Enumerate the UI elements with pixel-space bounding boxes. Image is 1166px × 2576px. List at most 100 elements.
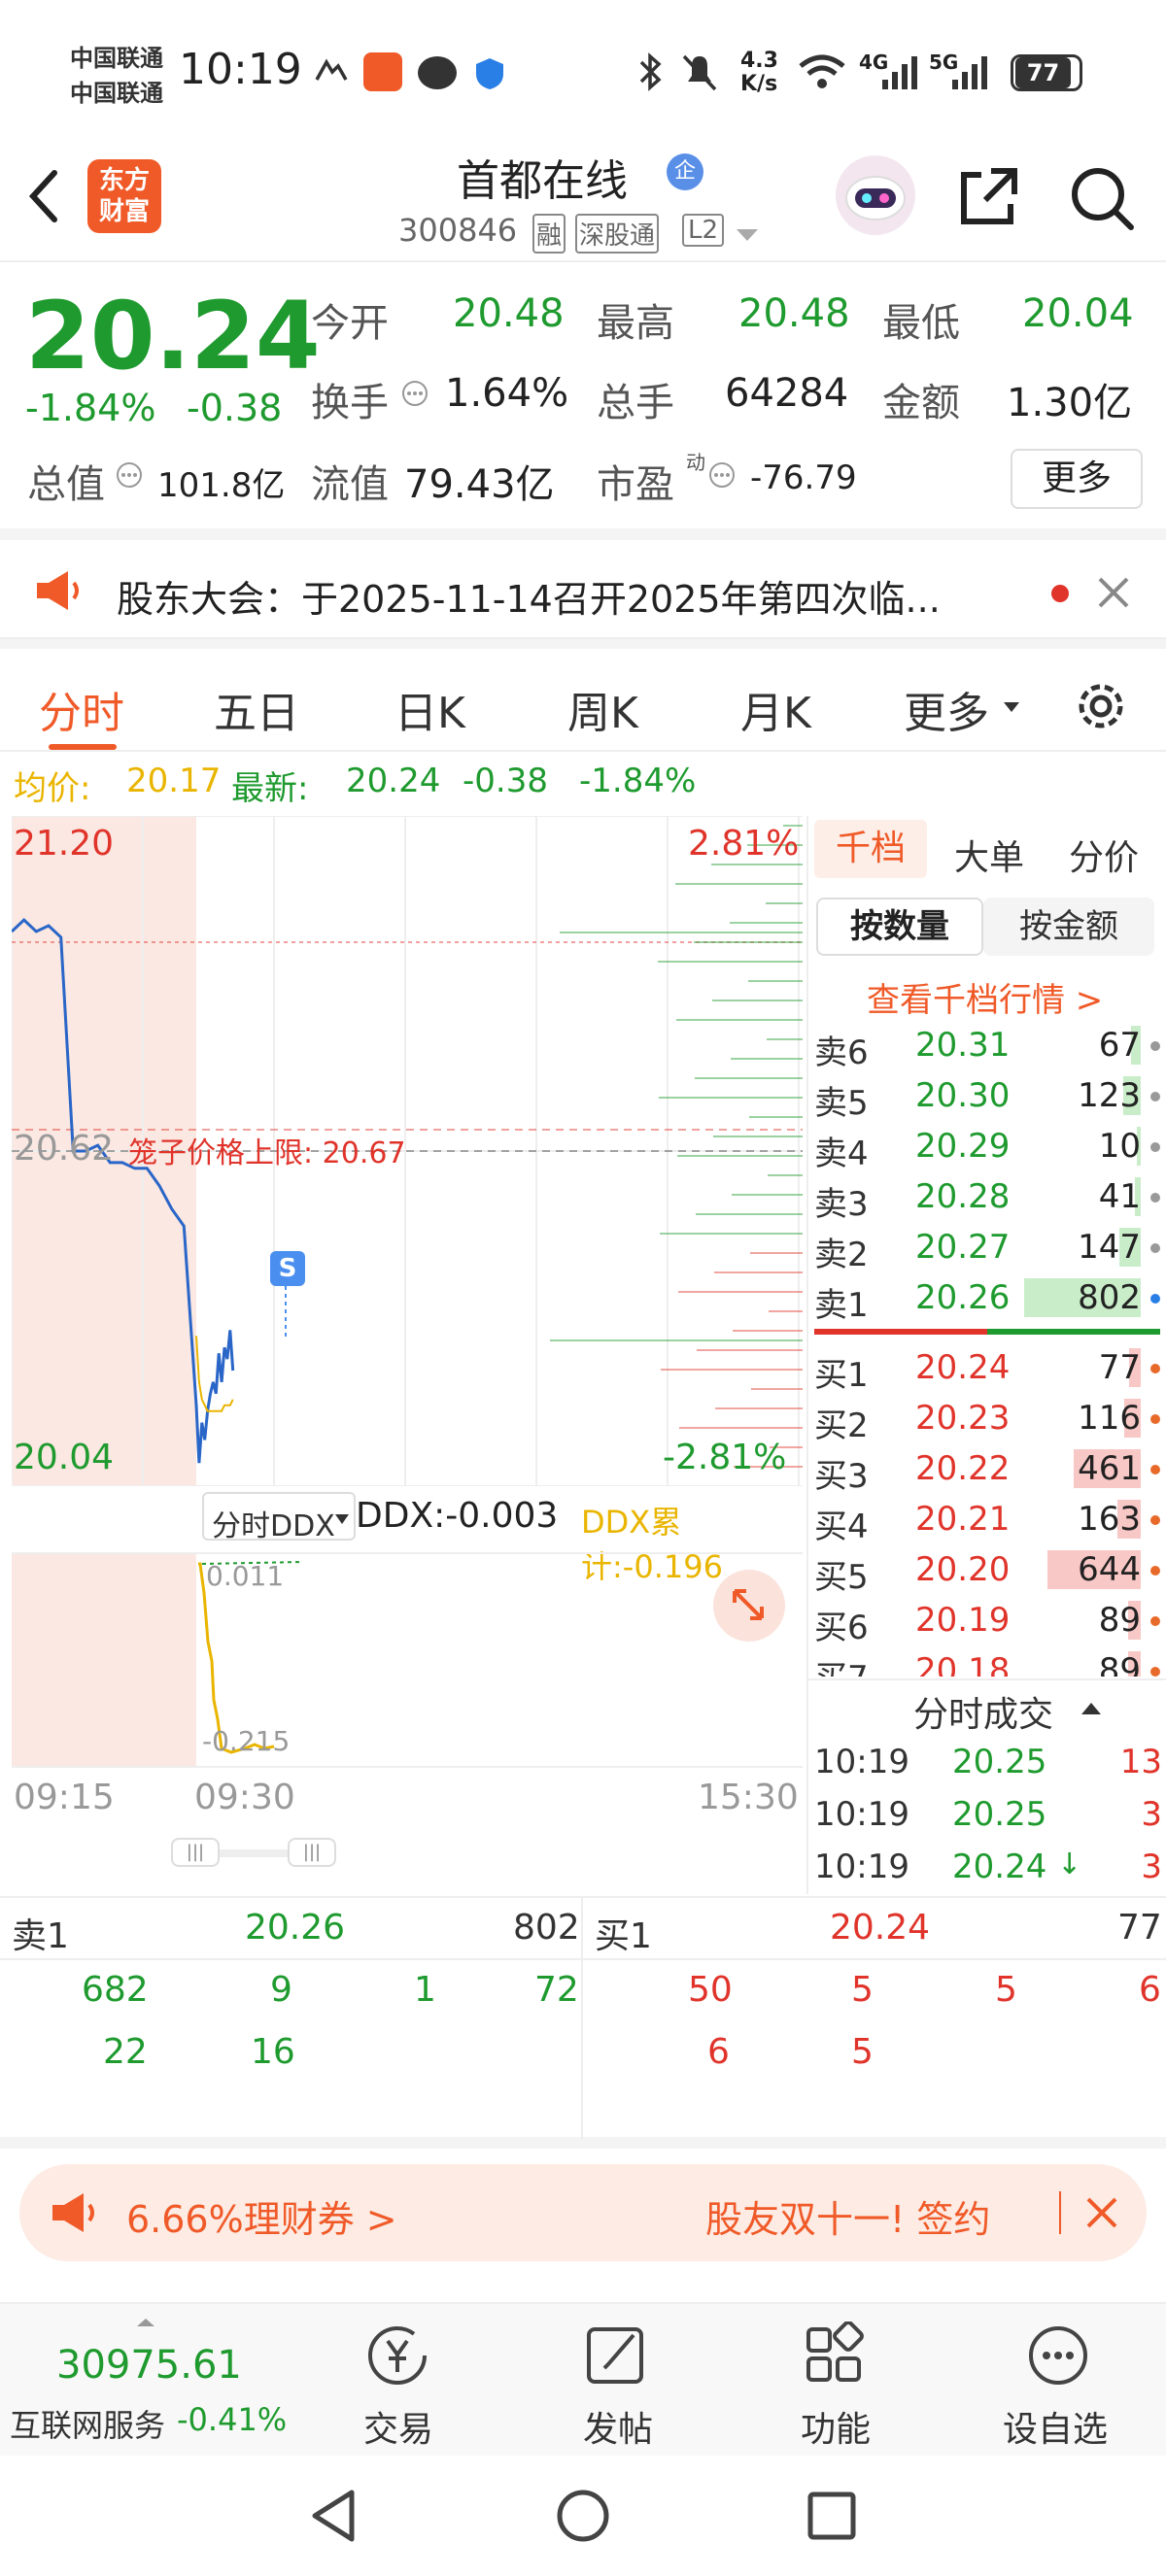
trade-time: 10:19 [814,1795,909,1834]
system-nav-bar [0,2457,1166,2576]
high-value: 20.48 [738,291,850,336]
market-cap-value: 101.8亿 [157,466,286,505]
level-price: 20.21 [915,1500,1011,1539]
nav-post[interactable]: 发帖 [560,2318,676,2454]
promo-separator [1059,2191,1061,2234]
index-value[interactable]: 30975.61 [56,2343,242,2388]
level-dot [1150,1616,1160,1626]
ask-row[interactable]: 卖1 20.26 802 [808,1272,1166,1325]
tab-active-underline [49,744,117,750]
tab-more[interactable]: 更多 [904,678,989,740]
robot-assistant-icon[interactable] [836,155,915,235]
info-dots-icon[interactable] [400,379,429,408]
ask-row[interactable]: 卖4 20.29 10 [808,1121,1166,1173]
bid-row[interactable]: 买5 20.20 644 [808,1544,1166,1597]
sell-order-5: 22 [103,2032,148,2072]
subtab-by-quantity[interactable]: 按数量 [816,898,983,956]
tab-more-caret-icon [1003,701,1020,713]
tab-weekly-k[interactable]: 周K [567,678,638,740]
level-price: 20.30 [915,1076,1011,1115]
notice-bar[interactable]: 股东大会：于2025-11-14召开2025年第四次临... [0,528,1166,639]
chevron-down-icon[interactable] [735,227,760,243]
bid-row[interactable]: 买1 20.24 77 [808,1342,1166,1395]
trade-price: 20.25 [952,1743,1047,1781]
system-recents-icon[interactable] [803,2487,861,2545]
settings-gear-icon[interactable] [1073,678,1129,734]
sell-order-2: 9 [270,1970,292,2010]
nav-trade[interactable]: 交易 [340,2318,457,2454]
trade-price: 20.25 [952,1795,1047,1834]
level-dot [1150,1142,1160,1152]
subtab-by-amount[interactable]: 按金额 [983,898,1154,956]
y-mid-label: 20.62 [14,1129,115,1169]
intraday-chart[interactable]: 21.20 20.62 20.04 2.81% -2.81% 笼子价格上限: 2… [12,816,803,1486]
range-handle-right[interactable]: ||| [288,1838,336,1867]
bid-row[interactable]: 买3 20.22 461 [808,1443,1166,1496]
nav-functions[interactable]: 功能 [781,2318,898,2454]
tab-five-day[interactable]: 五日 [214,678,299,740]
level2-tag[interactable]: L2 [682,214,725,247]
ddx-panel: 分时DDX DDX:-0.003 DDX累计:-0.196 0.011 -0.2… [12,1490,803,1772]
share-icon[interactable] [956,163,1022,229]
level-dot [1150,1566,1160,1576]
market-cap-info-icon[interactable] [115,460,144,490]
bid-row[interactable]: 买2 20.23 116 [808,1393,1166,1445]
spread-divider [814,1329,1160,1335]
promo-megaphone-icon [49,2191,99,2234]
tab-intraday[interactable]: 分时 [39,678,124,740]
ddx-selector[interactable]: 分时DDX [202,1492,356,1543]
ask-row[interactable]: 卖5 20.30 123 [808,1070,1166,1123]
orderbook-tab-price-dist[interactable]: 分价 [1069,830,1139,880]
system-home-icon[interactable] [554,2487,612,2545]
status-time: 10:19 [179,45,302,94]
level-quantity: 77 [1098,1348,1141,1387]
orderbook-tab-qiandang[interactable]: 千档 [814,820,927,878]
view-depth-link[interactable]: 查看千档行情 > [867,973,1103,1021]
bottom-nav: 30975.61 互联网服务 -0.41% 交易 发帖 功能 设自选 [0,2302,1166,2456]
ask-row[interactable]: 卖3 20.28 41 [808,1171,1166,1224]
level-price: 20.28 [915,1177,1011,1216]
nav-add-watchlist[interactable]: 设自选 [991,2318,1127,2454]
buy-order-2: 5 [851,1970,874,2010]
nav-add-watchlist-label: 设自选 [1003,2410,1109,2450]
signal-s-badge[interactable]: S [270,1251,305,1286]
expand-icon[interactable] [713,1570,785,1642]
system-back-icon[interactable] [305,2487,363,2545]
range-slider[interactable]: ||| ||| [171,1838,336,1867]
ask-row[interactable]: 卖2 20.27 147 [808,1222,1166,1274]
megaphone-icon [33,569,84,612]
promo-close-icon[interactable] [1084,2195,1119,2230]
amount-value: 1.30亿 [1007,381,1133,425]
open-value: 20.48 [453,291,565,336]
back-icon[interactable] [23,167,62,225]
wifi-icon [797,52,847,91]
quote-panel: 20.24 -1.84% -0.38 今开 20.48 最高 20.48 最低 … [0,264,1166,526]
search-icon[interactable] [1067,163,1137,233]
range-handle-left[interactable]: ||| [171,1838,220,1867]
trades-header[interactable]: 分时成交 [808,1678,1166,1735]
more-button[interactable]: 更多 [1011,449,1143,509]
tab-monthly-k[interactable]: 月K [740,678,811,740]
ask-row[interactable]: 卖6 20.31 67 [808,1020,1166,1072]
close-icon[interactable] [1096,575,1131,610]
pct-top-label: 2.81% [688,824,800,864]
avg-label: 均价: [14,769,91,808]
ddx-area: 0.011 -0.215 [12,1552,803,1768]
turnover-value: 1.64% [445,371,569,416]
tab-daily-k[interactable]: 日K [394,678,465,740]
sell-order-6: 16 [251,2032,295,2072]
signal-icon-2 [950,52,993,91]
y-bottom-label: 20.04 [14,1438,115,1477]
bid-row[interactable]: 买7 20.18 89 [808,1645,1166,1677]
level-quantity: 10 [1098,1127,1141,1166]
ddx-bottom-label: -0.215 [202,1725,291,1757]
pe-info-icon[interactable] [707,460,737,490]
float-value: 79.43亿 [404,462,555,507]
stock-code: 300846 [398,212,518,249]
orderbook-tab-big-orders[interactable]: 大单 [954,830,1024,880]
bid-row[interactable]: 买6 20.19 89 [808,1595,1166,1647]
bluetooth-icon [637,51,663,93]
promo-banner[interactable]: 6.66%理财券 > 股友双十一! 签约 [19,2164,1147,2261]
battery-icon: 77 [1011,54,1082,91]
bid-row[interactable]: 买4 20.21 163 [808,1494,1166,1546]
